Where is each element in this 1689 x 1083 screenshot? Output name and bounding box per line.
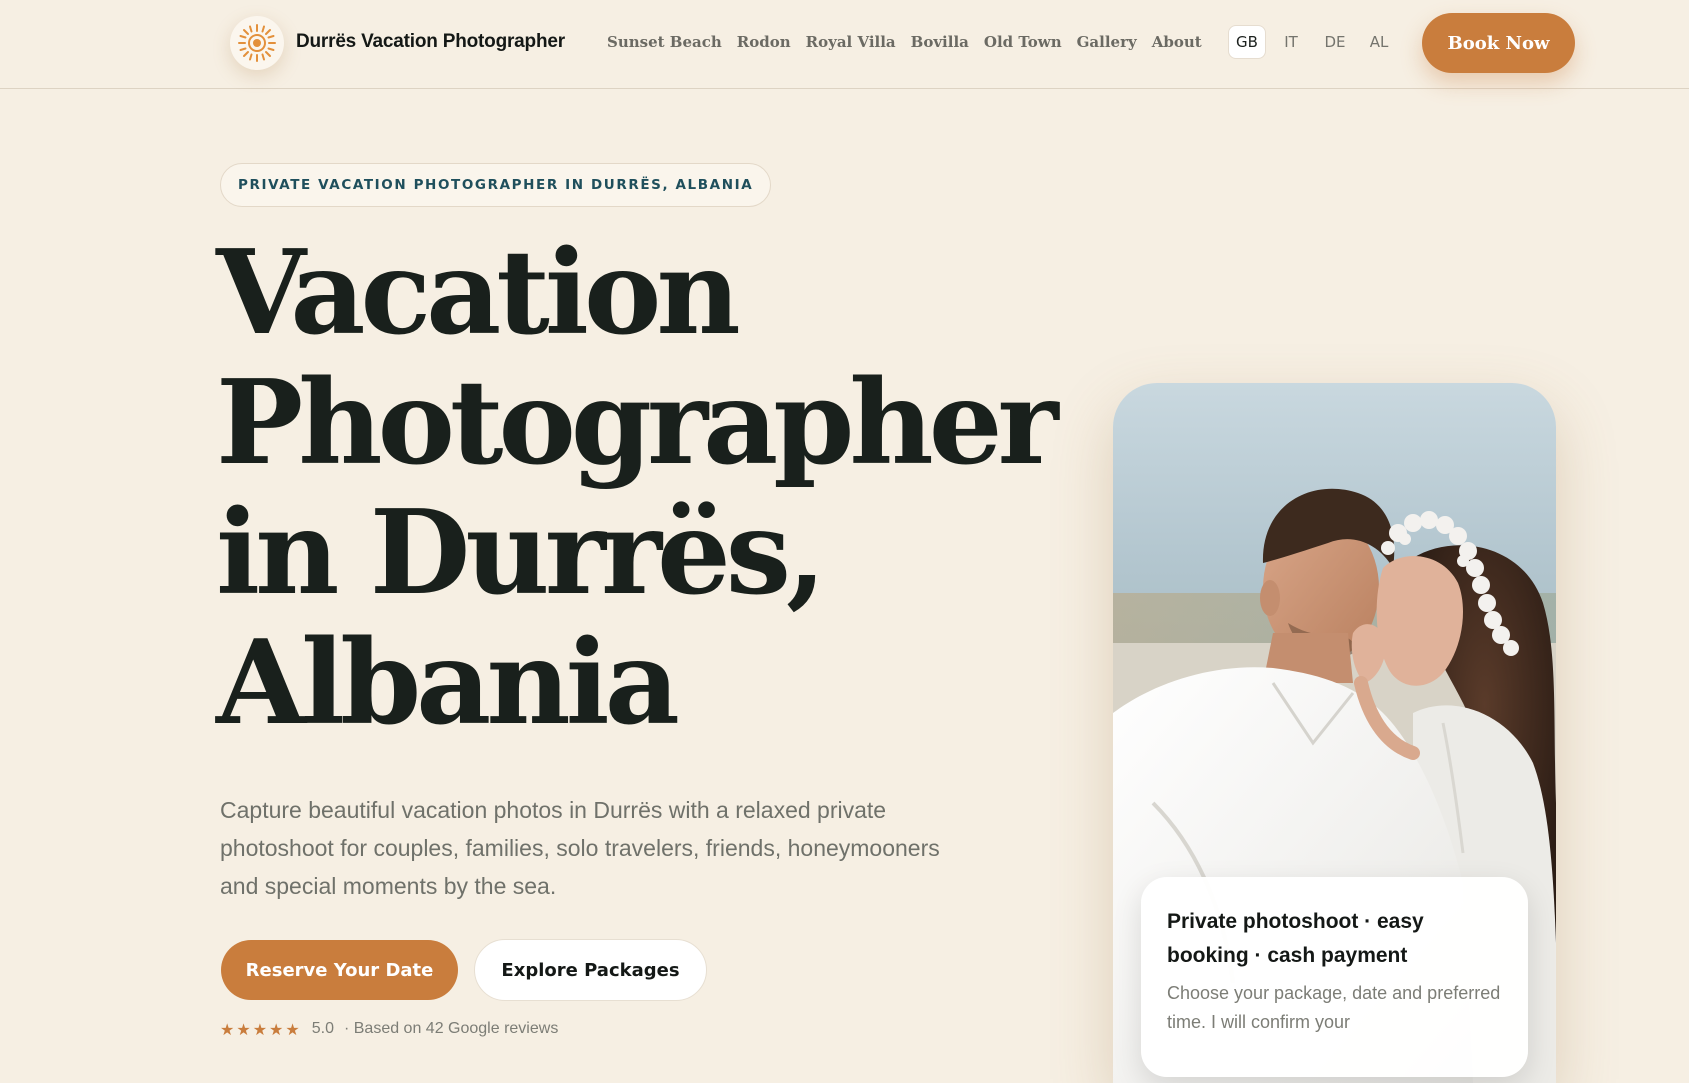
nav-item-royal-villa[interactable]: Royal Villa	[806, 33, 896, 51]
nav-item-bovilla[interactable]: Bovilla	[911, 33, 969, 51]
nav-item-rodon[interactable]: Rodon	[737, 33, 791, 51]
nav-item-about[interactable]: About	[1152, 33, 1202, 51]
star-icon: ★★★★★	[220, 1022, 302, 1039]
logo[interactable]	[230, 16, 284, 70]
nav-item-sunset-beach[interactable]: Sunset Beach	[607, 33, 722, 51]
headline-line: in Durrës,	[216, 485, 826, 621]
main-nav: Sunset Beach Rodon Royal Villa Bovilla O…	[607, 33, 1217, 51]
headline-line: Vacation	[216, 225, 741, 361]
lang-de[interactable]: DE	[1316, 25, 1354, 59]
lang-al[interactable]: AL	[1360, 25, 1398, 59]
sun-icon	[238, 24, 276, 62]
lang-it[interactable]: IT	[1272, 25, 1310, 59]
hero-description: Capture beautiful vacation photos in Dur…	[220, 797, 940, 899]
google-rating[interactable]: ★★★★★ 5.0 · Based on 42 Google reviews	[220, 1020, 558, 1040]
rating-score: 5.0	[311, 1020, 334, 1037]
reserve-date-button[interactable]: Reserve Your Date	[221, 940, 458, 1000]
headline-line: Photographer	[216, 355, 1059, 491]
site-header: Durrës Vacation Photographer Sunset Beac…	[0, 0, 1689, 89]
book-now-button[interactable]: Book Now	[1422, 13, 1575, 73]
brand-name[interactable]: Durrës Vacation Photographer	[296, 31, 565, 53]
explore-packages-button[interactable]: Explore Packages	[474, 939, 707, 1001]
booking-info-card: Private photoshoot · easy booking · cash…	[1141, 877, 1528, 1077]
headline-line: Albania	[216, 615, 680, 751]
nav-item-gallery[interactable]: Gallery	[1077, 33, 1137, 51]
language-switcher: GB IT DE AL	[1228, 25, 1404, 59]
lang-gb[interactable]: GB	[1228, 25, 1266, 59]
hero-eyebrow-badge: PRIVATE VACATION PHOTOGRAPHER IN DURRËS,…	[220, 163, 772, 207]
hero-headline: Vacation Photographer in Durrës, Albania	[216, 228, 1096, 748]
nav-item-old-town[interactable]: Old Town	[984, 33, 1062, 51]
rating-text: · Based on 42 Google reviews	[343, 1020, 559, 1037]
info-card-title: Private photoshoot · easy booking · cash…	[1167, 910, 1424, 967]
info-card-body: Choose your package, date and preferred …	[1167, 983, 1501, 1032]
